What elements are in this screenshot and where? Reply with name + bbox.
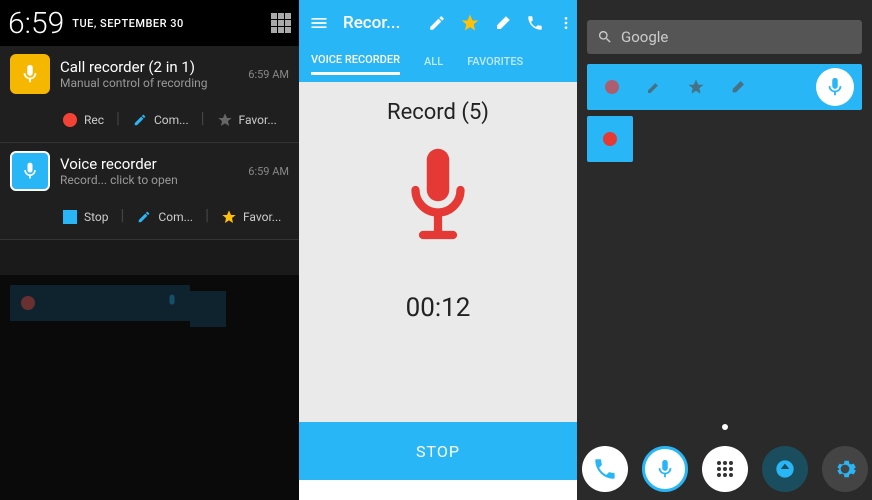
comment-action[interactable]: Com... <box>130 205 199 229</box>
lollipop-decoration <box>662 280 722 340</box>
mic-icon <box>393 145 483 265</box>
notification-call-recorder[interactable]: Call recorder (2 in 1) Manual control of… <box>0 46 299 143</box>
mic-icon <box>10 151 50 191</box>
favorite-action[interactable]: Favor... <box>211 108 283 132</box>
record-area: Record (5) 00:12 <box>299 82 577 422</box>
status-date: TUE, SEPTEMBER 30 <box>72 17 184 30</box>
dim-widget-icon <box>46 285 82 321</box>
record-title: Record (5) <box>387 100 489 125</box>
search-bar[interactable]: Google <box>587 20 862 54</box>
star-icon[interactable] <box>679 70 713 104</box>
tab-all[interactable]: ALL <box>424 55 443 74</box>
overflow-icon[interactable] <box>558 15 574 31</box>
settings-app-icon[interactable] <box>822 446 868 492</box>
stop-action[interactable]: Stop <box>56 205 115 229</box>
pencil-icon[interactable] <box>637 70 671 104</box>
camera-app-icon[interactable] <box>762 446 808 492</box>
dim-widget-icon <box>118 285 154 321</box>
pencil-icon <box>132 112 148 128</box>
eraser-icon[interactable] <box>721 70 755 104</box>
clock: 6:59 <box>8 6 64 41</box>
notification-title: Call recorder (2 in 1) <box>60 58 242 76</box>
record-widget-small[interactable] <box>587 116 633 162</box>
dim-widget-icon <box>154 285 190 321</box>
notification-time: 6:59 AM <box>248 165 289 178</box>
phone-icon[interactable] <box>526 14 544 32</box>
dock <box>577 446 872 492</box>
notification-time: 6:59 AM <box>248 68 289 81</box>
page-indicator <box>722 424 728 430</box>
dimmed-background <box>0 275 299 500</box>
search-icon <box>597 29 613 45</box>
star-icon[interactable] <box>460 13 480 33</box>
search-placeholder: Google <box>621 28 668 46</box>
tab-bar: VOICE RECORDER ALL FAVORITES <box>299 46 577 82</box>
eraser-icon[interactable] <box>494 14 512 32</box>
stop-square-icon <box>63 210 77 224</box>
notification-title: Voice recorder <box>60 155 242 173</box>
record-action[interactable]: Rec <box>56 108 110 132</box>
app-drawer-icon[interactable] <box>702 446 748 492</box>
app-title: Recor... <box>343 13 400 33</box>
record-dot-icon <box>603 132 617 146</box>
notification-subtitle: Record... click to open <box>60 173 242 187</box>
mic-icon <box>10 54 50 94</box>
pencil-icon <box>136 209 152 225</box>
star-icon <box>217 112 233 128</box>
record-timer: 00:12 <box>406 293 471 323</box>
tab-voice-recorder[interactable]: VOICE RECORDER <box>311 53 400 75</box>
quick-settings-icon[interactable] <box>271 13 291 33</box>
stop-button[interactable]: STOP <box>299 422 577 480</box>
recorder-widget[interactable] <box>587 64 862 110</box>
app-bar: Recor... <box>299 0 577 46</box>
mic-button[interactable] <box>816 68 854 106</box>
comment-action[interactable]: Com... <box>126 108 195 132</box>
favorite-action[interactable]: Favor... <box>215 205 287 229</box>
dim-widget-icon <box>10 285 46 321</box>
dim-widget-icon <box>190 291 226 327</box>
menu-icon[interactable] <box>309 13 329 33</box>
record-dot-icon[interactable] <box>595 70 629 104</box>
lollipop-decoration <box>742 190 852 300</box>
dim-widget-icon <box>82 285 118 321</box>
status-bar: 6:59 TUE, SEPTEMBER 30 <box>0 0 299 46</box>
phone-app-icon[interactable] <box>582 446 628 492</box>
tab-favorites[interactable]: FAVORITES <box>467 55 523 74</box>
voice-recorder-app-icon[interactable] <box>642 446 688 492</box>
pencil-icon[interactable] <box>428 14 446 32</box>
star-icon <box>221 209 237 225</box>
record-dot-icon <box>63 113 77 127</box>
notification-voice-recorder[interactable]: Voice recorder Record... click to open 6… <box>0 143 299 240</box>
notification-subtitle: Manual control of recording <box>60 76 242 90</box>
